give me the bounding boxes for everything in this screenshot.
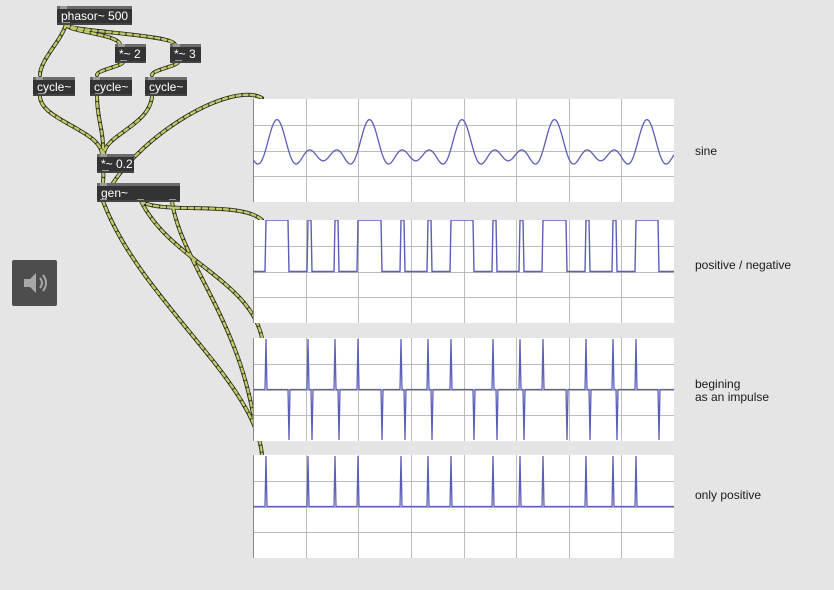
label-impulse: begining as an impulse <box>695 377 770 404</box>
multiply-2-object[interactable]: *~ 2 <box>115 44 146 63</box>
multiply-3-label: *~ 3 <box>174 47 196 61</box>
gain-object-label: *~ 0.2 <box>101 157 133 171</box>
gain-object[interactable]: *~ 0.2 <box>97 154 134 173</box>
scope-sine-plot <box>253 99 674 202</box>
cycle-object-3-label: cycle~ <box>149 80 184 94</box>
gen-object[interactable]: gen~ <box>97 183 180 202</box>
multiply-2-label: *~ 2 <box>119 47 141 61</box>
cycle-object-1[interactable]: cycle~ <box>33 77 75 96</box>
scope-positive-negative-plot <box>253 220 674 323</box>
cycle-object-3[interactable]: cycle~ <box>145 77 187 96</box>
cycle-object-2[interactable]: cycle~ <box>90 77 132 96</box>
audio-toggle-button[interactable] <box>12 260 57 306</box>
gen-object-label: gen~ <box>101 186 129 200</box>
phasor-object[interactable]: phasor~ 500 <box>57 6 132 25</box>
label-only-positive: only positive <box>695 488 762 502</box>
scope-only-positive[interactable] <box>253 455 674 558</box>
scope-only-positive-plot <box>253 455 674 558</box>
label-sine: sine <box>695 144 718 158</box>
speaker-icon <box>24 273 47 293</box>
scope-sine[interactable] <box>253 99 674 202</box>
scope-positive-negative[interactable] <box>253 220 674 323</box>
phasor-object-label: phasor~ 500 <box>61 9 129 23</box>
cycle-object-2-label: cycle~ <box>94 80 129 94</box>
scope-impulse-plot <box>253 338 674 441</box>
multiply-3-object[interactable]: *~ 3 <box>170 44 201 63</box>
scope-impulse[interactable] <box>253 338 674 441</box>
label-positive-negative: positive / negative <box>695 258 792 272</box>
cycle-object-1-label: cycle~ <box>37 80 72 94</box>
